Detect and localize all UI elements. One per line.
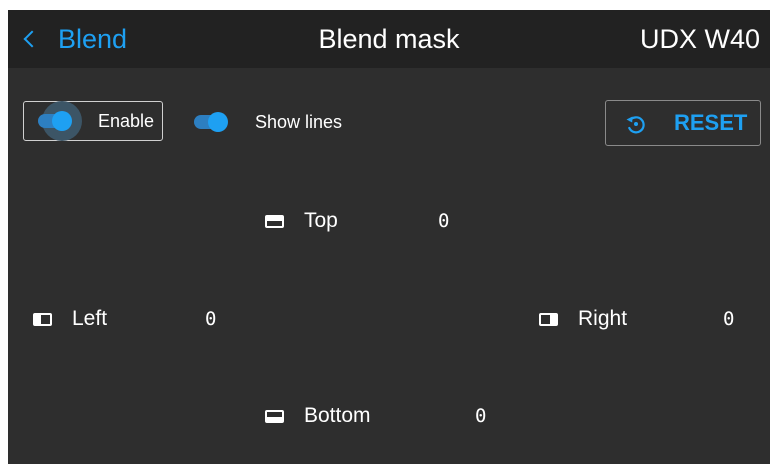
edge-bottom-value: 0	[475, 405, 487, 427]
top-edge-icon	[265, 214, 284, 228]
reset-icon	[626, 116, 645, 134]
enable-label: Enable	[98, 111, 155, 131]
header-bar: Blend Blend mask UDX W40	[8, 10, 770, 68]
enable-toggle-thumb	[52, 111, 72, 131]
reset-label: RESET	[674, 110, 748, 135]
edge-right-value: 0	[723, 308, 735, 330]
edge-bottom[interactable]: Bottom 0	[265, 401, 505, 431]
enable-toggle[interactable]: Enable	[23, 101, 163, 141]
edge-right-label: Right	[578, 307, 628, 330]
show-lines-toggle[interactable]: Show lines	[194, 110, 354, 134]
device-name: UDX W40	[639, 24, 760, 54]
edge-top-value: 0	[438, 210, 450, 232]
edge-bottom-label: Bottom	[304, 404, 371, 427]
blend-mask-screen: Blend Blend mask UDX W40 Enable Show lin…	[8, 10, 770, 464]
edge-top[interactable]: Top 0	[265, 206, 465, 236]
right-edge-icon	[539, 312, 558, 326]
bottom-edge-icon	[265, 409, 284, 423]
edge-left[interactable]: Left 0	[33, 304, 233, 334]
edge-right[interactable]: Right 0	[539, 304, 749, 334]
edge-left-label: Left	[72, 307, 108, 330]
show-lines-label: Show lines	[255, 112, 343, 132]
left-edge-icon	[33, 312, 52, 326]
reset-button[interactable]: RESET	[605, 100, 761, 146]
edge-left-value: 0	[205, 308, 217, 330]
show-lines-toggle-thumb	[208, 112, 228, 132]
edge-top-label: Top	[304, 209, 338, 232]
